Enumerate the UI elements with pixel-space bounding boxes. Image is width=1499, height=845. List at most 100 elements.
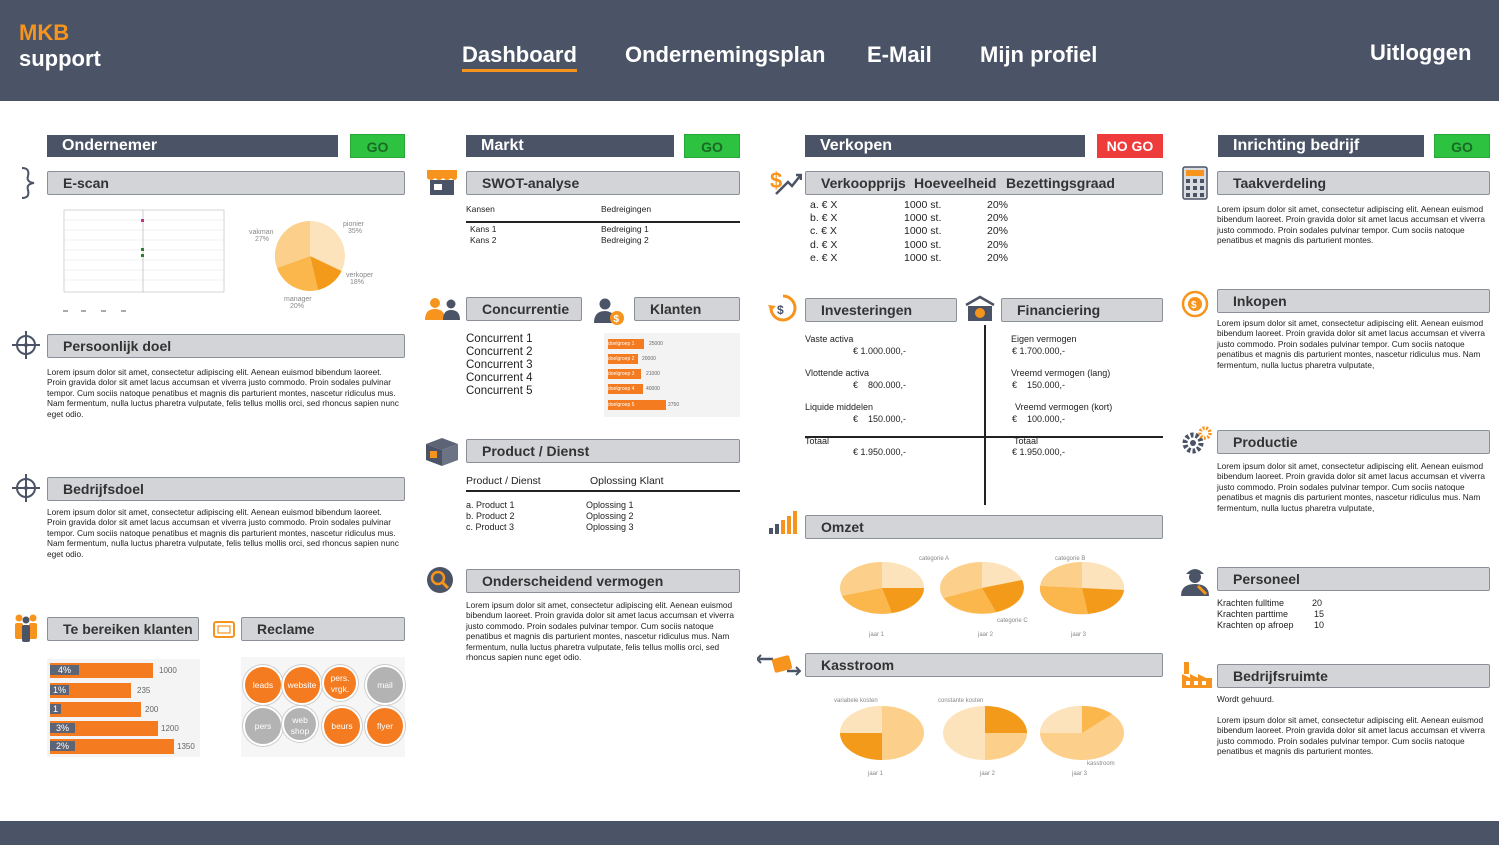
- swot-kansen-list: Kans 1 Kans 2: [470, 224, 497, 245]
- kas-label-variabel: variabele kosten: [834, 698, 878, 704]
- section-taakverdeling[interactable]: Taakverdeling: [1217, 171, 1490, 195]
- vlottende-activa-value: € 800.000,-: [853, 380, 907, 390]
- reclame-pers: pers: [243, 706, 283, 746]
- section-bedrijfsruimte[interactable]: Bedrijfsruimte: [1217, 664, 1490, 688]
- nav-mijn-profiel[interactable]: Mijn profiel: [980, 42, 1097, 68]
- kas-year-3: jaar 3: [1071, 771, 1088, 777]
- vreemd-lang-value: € 150.000,-: [1012, 380, 1066, 390]
- klanten-bar-1: 4%: [50, 663, 153, 678]
- doelgroep-value-1: 25000: [649, 341, 663, 347]
- svg-text:$: $: [614, 314, 620, 325]
- monitor-icon: [213, 621, 235, 638]
- sales-arrow-icon: $: [770, 168, 802, 195]
- concurrent-4: Concurrent 4: [466, 372, 533, 384]
- section-concurrentie[interactable]: Concurrentie: [466, 297, 582, 321]
- vaste-activa-value: € 1.000.000,-: [853, 346, 907, 356]
- logo-support: support: [19, 46, 101, 71]
- brace-icon: [21, 167, 35, 199]
- section-kasstroom[interactable]: Kasstroom: [805, 653, 1163, 677]
- reclame-beurs: beurs: [322, 706, 362, 746]
- oplossingen-list: Oplossing 1 Oplossing 2 Oplossing 3: [586, 500, 634, 532]
- omzet-cat-b: categorie B: [1055, 556, 1085, 562]
- taakverdeling-text: Lorem ipsum dolor sit amet, consectetur …: [1217, 204, 1485, 246]
- crosshair-icon: [12, 331, 40, 359]
- section-reclame[interactable]: Reclame: [241, 617, 405, 641]
- section-inkopen[interactable]: Inkopen: [1217, 289, 1490, 313]
- klanten-value-2: 235: [137, 686, 151, 695]
- verkopen-prijs-col: a. € Xb. € Xc. € Xd. € Xe. € X: [810, 199, 838, 264]
- status-badge-inrichting: GO: [1434, 134, 1490, 158]
- section-header-inrichting: Inrichting bedrijf: [1218, 135, 1424, 157]
- section-personeel[interactable]: Personeel: [1217, 567, 1490, 591]
- section-swot[interactable]: SWOT-analyse: [466, 171, 740, 195]
- worker-icon: [1181, 569, 1209, 596]
- pie-value-pionier: 35%: [348, 228, 362, 235]
- balance-divider-vertical: [984, 325, 986, 505]
- doelgroep-bar-2: doelgroep 2: [608, 354, 638, 364]
- personeel-labels: Krachten fulltime Krachten parttime Kracht…: [1217, 598, 1294, 630]
- section-klanten[interactable]: Klanten: [634, 297, 740, 321]
- col-bezettingsgraad: Bezettingsgraad: [1006, 175, 1115, 191]
- pie-value-manager: 20%: [290, 303, 304, 310]
- doelgroep-value-5: 2750: [668, 402, 680, 408]
- product-header: Product / Dienst: [466, 475, 541, 487]
- pie-label-pionier: pionier: [343, 221, 365, 228]
- section-investeringen[interactable]: Investeringen: [805, 298, 957, 322]
- eigen-vermogen-label: Eigen vermogen: [1011, 334, 1077, 344]
- section-onderscheidend-vermogen[interactable]: Onderscheidend vermogen: [466, 569, 740, 593]
- nav-email[interactable]: E-Mail: [867, 42, 932, 68]
- footer-bar: [0, 821, 1499, 845]
- section-product-dienst[interactable]: Product / Dienst: [466, 439, 740, 463]
- section-financiering[interactable]: Financiering: [1001, 298, 1163, 322]
- box-icon: [426, 438, 458, 466]
- products-list: a. Product 1 b. Product 2 c. Product 3: [466, 500, 515, 532]
- concurrenten-list: Concurrent 1 Concurrent 2 Concurrent 3 C…: [466, 333, 532, 398]
- reclame-website: website: [282, 665, 322, 705]
- nav-dashboard[interactable]: Dashboard: [462, 42, 577, 72]
- kas-label-kasstroom: kasstroom: [1087, 761, 1115, 767]
- section-productie[interactable]: Productie: [1217, 430, 1490, 454]
- escan-line-chart: [63, 209, 225, 312]
- vaste-activa-label: Vaste activa: [805, 334, 854, 344]
- vlottende-activa-label: Vlottende activa: [805, 368, 870, 378]
- kas-label-constant: constante kosten: [938, 698, 983, 704]
- competitors-icon: [425, 298, 460, 320]
- shop-icon: [427, 170, 457, 195]
- logout-button[interactable]: Uitloggen: [1370, 40, 1471, 66]
- kas-year-2: jaar 2: [979, 771, 996, 777]
- customer-money-icon: $: [594, 298, 624, 325]
- status-badge-verkopen: NO GO: [1097, 134, 1163, 158]
- nav-ondernemingsplan[interactable]: Ondernemingsplan: [625, 42, 825, 68]
- klanten-value-1: 1000: [159, 666, 177, 675]
- reclame-mail: mail: [365, 665, 405, 705]
- bar-chart-icon: [769, 511, 797, 534]
- section-omzet[interactable]: Omzet: [805, 515, 1163, 539]
- bedrijfsruimte-text: Lorem ipsum dolor sit amet, consectetur …: [1217, 715, 1485, 757]
- col-hoeveelheid: Hoeveelheid: [914, 175, 997, 191]
- doelgroep-value-3: 21000: [646, 371, 660, 377]
- status-badge-markt: GO: [684, 134, 740, 158]
- doelgroep-value-2: 20000: [642, 356, 656, 362]
- section-escan[interactable]: E-scan: [47, 171, 405, 195]
- omzet-year-2: jaar 2: [977, 632, 994, 638]
- verkopen-hoeveelheid-col: 1000 st. 1000 st. 1000 st. 1000 st. 1000 st.: [904, 199, 942, 264]
- section-persoonlijk-doel[interactable]: Persoonlijk doel: [47, 334, 405, 358]
- concurrent-5: Concurrent 5: [466, 385, 533, 397]
- pie-value-vakman: 27%: [255, 236, 269, 243]
- totaal-activa-value: € 1.950.000,-: [853, 447, 907, 457]
- pie-value-verkoper: 18%: [350, 279, 364, 286]
- klanten-bar-4: 3%: [50, 721, 158, 736]
- reclame-flyer: flyer: [365, 706, 405, 746]
- omzet-year-1: jaar 1: [868, 632, 885, 638]
- pie-label-vakman: vakman: [249, 229, 274, 236]
- section-bedrijfsdoel[interactable]: Bedrijfsdoel: [47, 477, 405, 501]
- section-te-bereiken-klanten[interactable]: Te bereiken klanten: [47, 617, 199, 641]
- section-header-ondernemer: Ondernemer: [47, 135, 338, 157]
- kasstroom-pie-charts: variabele kosten constante kosten kasstr…: [834, 698, 1124, 777]
- totaal-activa-label: Totaal: [805, 436, 830, 446]
- svg-text:$: $: [1191, 300, 1197, 311]
- liquide-middelen-value: € 150.000,-: [853, 414, 907, 424]
- bedrijfsruimte-gehuurd: Wordt gehuurd.: [1217, 694, 1275, 704]
- inkopen-text: Lorem ipsum dolor sit amet, consectetur …: [1217, 318, 1485, 370]
- crosshair-icon: [12, 474, 40, 502]
